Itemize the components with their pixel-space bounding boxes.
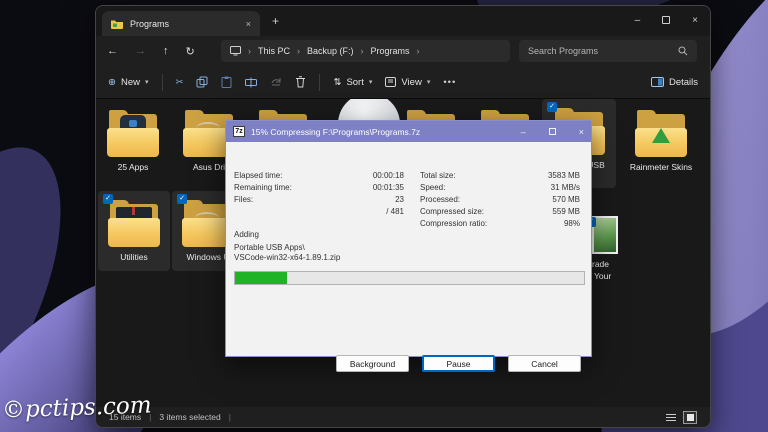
command-toolbar: ⊕ New ▾ ✂ — [96, 66, 710, 99]
folder-icon — [106, 111, 160, 157]
swoosh-icon — [195, 212, 219, 224]
checkbox-icon[interactable]: ✓ — [177, 194, 187, 204]
chevron-icon: › — [361, 46, 364, 56]
checkbox-icon[interactable]: ✓ — [547, 102, 557, 112]
sevenzip-progress-dialog: 7z 15% Compressing F:\Programs\Programs.… — [225, 120, 592, 357]
chevron-down-icon: ▾ — [427, 78, 431, 86]
folder-item-utilities[interactable]: ✓ Utilities — [98, 191, 170, 271]
divider — [162, 74, 163, 91]
dialog-close-icon[interactable]: × — [579, 127, 584, 137]
folder-item-25-apps[interactable]: 25 Apps — [96, 101, 170, 172]
dialog-body: Elapsed time:00:00:18 Remaining time:00:… — [226, 142, 591, 357]
tab-strip: Programs × + – × — [96, 6, 710, 36]
status-bar: 15 items | 3 items selected | — [96, 407, 710, 427]
folder-label: Rainmeter Skins — [622, 162, 700, 172]
chevron-icon: › — [297, 46, 300, 56]
forward-icon[interactable]: → — [135, 45, 146, 57]
crumb-this-pc[interactable]: This PC — [258, 46, 290, 56]
progress-bar — [234, 271, 585, 285]
close-icon[interactable]: × — [692, 15, 698, 26]
progress-fill — [235, 272, 287, 284]
more-options-icon[interactable]: ••• — [443, 77, 456, 88]
new-button[interactable]: ⊕ New ▾ — [108, 77, 149, 88]
large-icons-view-icon[interactable] — [683, 411, 697, 424]
delete-trash-icon[interactable] — [295, 76, 306, 88]
folder-icon — [111, 19, 123, 29]
rainmeter-triangle-icon — [652, 128, 670, 143]
dialog-window-controls: – × — [521, 127, 584, 137]
maximize-icon[interactable] — [662, 16, 670, 24]
chevron-down-icon: ▾ — [145, 78, 149, 86]
selected-count: 3 items selected — [159, 412, 220, 422]
chevron-icon: › — [417, 46, 420, 56]
dialog-minimize-icon[interactable]: – — [521, 127, 526, 137]
minimize-icon[interactable]: – — [635, 15, 641, 26]
checkbox-icon[interactable]: ✓ — [103, 194, 113, 204]
desktop: Programs × + – × ← → ↑ ↻ — [0, 0, 768, 432]
dialog-titlebar[interactable]: 7z 15% Compressing F:\Programs\Programs.… — [226, 121, 591, 142]
chevron-down-icon: ▾ — [369, 78, 373, 86]
breadcrumb[interactable]: › This PC › Backup (F:) › Programs › — [221, 40, 510, 62]
watermark: ©pctips.com — [2, 392, 152, 423]
image-label-fragment: Your — [594, 271, 634, 281]
plus-circle-icon: ⊕ — [108, 77, 116, 88]
folder-icon — [634, 111, 688, 157]
copy-icon[interactable] — [196, 76, 208, 88]
stats-right: Total size:3583 MB Speed:31 MB/s Process… — [420, 170, 580, 230]
search-icon — [678, 46, 688, 56]
swoosh-icon — [196, 122, 220, 134]
crumb-backup-f[interactable]: Backup (F:) — [307, 46, 354, 56]
view-button[interactable]: View ▾ — [385, 77, 430, 88]
dialog-title: 15% Compressing F:\Programs\Programs.7z — [251, 127, 420, 137]
folder-icon — [107, 201, 161, 247]
search-box[interactable]: Search Programs — [519, 40, 697, 62]
cut-icon[interactable]: ✂ — [176, 77, 184, 88]
details-pane-icon — [651, 77, 664, 87]
address-bar: ← → ↑ ↻ › This PC › Backup (F:) › Progra… — [96, 36, 710, 66]
background-button[interactable]: Background — [336, 355, 409, 372]
paste-icon[interactable] — [221, 76, 232, 88]
refresh-icon[interactable]: ↻ — [186, 45, 195, 58]
view-icon — [385, 77, 396, 87]
details-button[interactable]: Details — [651, 77, 698, 88]
search-placeholder: Search Programs — [528, 46, 598, 56]
stats-left: Elapsed time:00:00:18 Remaining time:00:… — [234, 170, 404, 218]
up-icon[interactable]: ↑ — [163, 45, 169, 57]
adding-label: Adding — [234, 230, 259, 239]
tab-programs[interactable]: Programs × — [102, 11, 260, 36]
divider — [319, 74, 320, 91]
sort-button[interactable]: ⇅ Sort ▾ — [333, 77, 372, 88]
pause-button[interactable]: Pause — [422, 355, 495, 372]
view-toggles — [665, 411, 697, 424]
adding-path: Portable USB Apps\ VSCode-win32-x64-1.89… — [234, 243, 340, 263]
monitor-icon — [230, 46, 241, 56]
cancel-button[interactable]: Cancel — [508, 355, 581, 372]
back-icon[interactable]: ← — [107, 45, 118, 57]
image-label-fragment: rade — [592, 259, 632, 269]
window-controls: – × — [635, 9, 698, 31]
tab-title: Programs — [130, 19, 169, 29]
chevron-icon: › — [248, 46, 251, 56]
sort-arrows-icon: ⇅ — [333, 77, 341, 88]
new-tab-button[interactable]: + — [272, 14, 279, 28]
crumb-programs[interactable]: Programs — [371, 46, 410, 56]
dialog-maximize-icon[interactable] — [549, 128, 556, 135]
rename-icon[interactable] — [245, 77, 257, 88]
folder-label: 25 Apps — [96, 162, 170, 172]
folder-item-rainmeter-skins[interactable]: Rainmeter Skins — [622, 101, 700, 172]
nav-buttons: ← → ↑ ↻ — [107, 45, 212, 58]
details-view-icon[interactable] — [665, 412, 677, 423]
folder-label: Utilities — [98, 252, 170, 262]
tab-close-icon[interactable]: × — [246, 19, 251, 29]
share-icon[interactable] — [270, 77, 282, 88]
sevenzip-app-icon: 7z — [233, 126, 245, 137]
